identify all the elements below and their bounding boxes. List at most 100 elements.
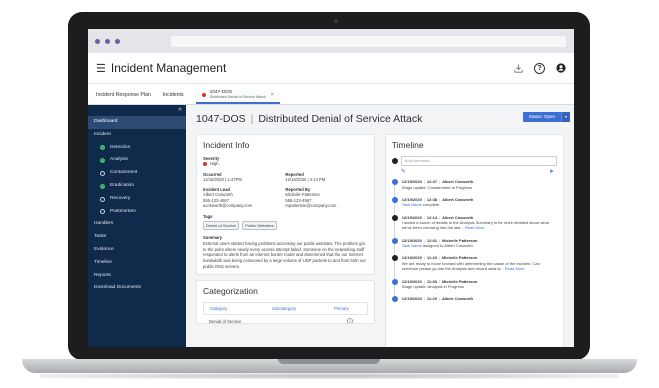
occurred-value: 12/16/2020 | 1:47PM	[203, 176, 242, 182]
column-header[interactable]: Primary	[334, 306, 349, 311]
sidebar-item-label: Recovery	[110, 195, 131, 201]
tag-chip[interactable]: Public Websites	[242, 220, 277, 230]
sidebar-item-containment[interactable]: Containment	[88, 167, 186, 180]
entry-time: 12:38	[426, 196, 438, 202]
timeline-entry: 12/19/2020 | 12:14 | Albert Cosworth I added…	[391, 214, 557, 231]
camera-icon	[334, 19, 338, 23]
hamburger-menu-icon[interactable]: ☰	[96, 62, 106, 75]
tab-incident-response-plan[interactable]: Incident Response Plan	[96, 92, 158, 104]
entry-date: 12/19/2020	[401, 179, 422, 184]
entry-user: Albert Cosworth	[442, 179, 474, 184]
severity-text: High	[210, 161, 219, 166]
sidebar-item-label: Timeline	[94, 259, 112, 265]
sidebar-item-tasks[interactable]: Tasks	[88, 231, 186, 244]
task-link[interactable]: Task Name	[402, 243, 422, 248]
title-separator: |	[250, 113, 254, 125]
tab-incident-1047[interactable]: 1047-DOS Distributed Denial of Service A…	[195, 90, 280, 104]
entry-date: 12/19/2020	[401, 255, 422, 261]
sidebar-item-download-documents[interactable]: Download Documents	[88, 282, 186, 295]
reported-by-email[interactable]: mpatterson@company.com	[285, 203, 367, 209]
tab-incident-name: Distributed Denial of Service Attack	[209, 95, 266, 99]
sidebar-item-label: Dashboard	[94, 119, 118, 124]
address-bar[interactable]	[171, 35, 566, 47]
categorization-header: Category Subcategory Primary	[203, 302, 368, 316]
sidebar-item-label: Download Documents	[94, 285, 141, 291]
download-icon[interactable]	[513, 63, 524, 74]
task-link[interactable]: Task Name	[402, 202, 422, 207]
sidebar-item-eradication[interactable]: ✓ Eradication	[88, 180, 186, 193]
send-icon[interactable]: ➤	[549, 168, 554, 175]
entry-text: Stage update: Analysis in Progress	[401, 284, 464, 290]
window-dot-icon[interactable]	[105, 38, 110, 44]
comment-tools: ✎ ➤	[392, 166, 557, 175]
entry-user: Albert Cosworth	[441, 296, 474, 302]
card-title: Categorization	[203, 286, 258, 297]
summary-text: External users started having problems a…	[203, 240, 366, 269]
status-dropdown[interactable]: Status: Open ▾	[522, 112, 570, 122]
read-more-link[interactable]: Read More	[505, 266, 525, 271]
help-icon[interactable]: ?	[534, 62, 545, 74]
timeline-entry: 12/19/2020 | 12:01 | Michelle Patterson Task…	[391, 237, 557, 249]
column-header[interactable]: Category	[210, 306, 272, 311]
collapse-sidebar-icon[interactable]: «	[178, 106, 182, 113]
sidebar-item-evidence[interactable]: Evidence	[88, 244, 186, 257]
entry-date: 12/19/2020	[401, 237, 422, 243]
stage-marker-icon	[391, 296, 398, 303]
check-done-icon: ✓	[100, 183, 105, 189]
sidebar-item-handlers[interactable]: Handlers	[88, 218, 186, 231]
sidebar-item-recovery[interactable]: Recovery	[88, 193, 186, 206]
primary-check-icon[interactable]: ✓	[347, 318, 353, 324]
check-done-icon: ✓	[100, 158, 105, 164]
stage-marker-icon	[391, 196, 398, 203]
status-button[interactable]: Status: Open	[522, 112, 561, 122]
sidebar-item-reports[interactable]: Reports	[88, 270, 186, 283]
entry-user: Michelle Patterson	[441, 255, 478, 261]
screen: ☰ Incident Management ? Incident Respons…	[88, 29, 574, 347]
entry-user: Michelle Patterson	[441, 278, 478, 284]
app-title: Incident Management	[110, 61, 227, 75]
incident-lead-email[interactable]: acosworth@company.com	[203, 203, 285, 209]
timeline-entry: 12/19/2020 | 12:47 | Albert Cosworth Stage u…	[391, 179, 557, 190]
sidebar-item-label: Incident	[94, 131, 111, 137]
sidebar-item-incident[interactable]: Incident	[88, 129, 186, 142]
window-dot-icon[interactable]	[115, 38, 120, 44]
card-title: Incident Info	[203, 140, 250, 150]
sidebar-item-label: Postmortem	[110, 208, 136, 214]
entry-time: 11:43	[426, 255, 437, 261]
entry-date: 12/19/2020	[401, 296, 422, 302]
laptop-shadow	[40, 373, 619, 379]
window-dot-icon[interactable]	[95, 38, 100, 44]
chevron-down-icon[interactable]: ▾	[561, 112, 570, 122]
entry-time: 12:01	[426, 237, 438, 243]
entry-user: Michelle Patterson	[442, 237, 478, 243]
entry-text: I added a bunch of details to the Analys…	[402, 220, 557, 231]
sidebar-item-detection[interactable]: ✓ Detection	[88, 142, 186, 155]
entry-time: 11:25	[426, 296, 437, 302]
category-cell: Denial of Service	[209, 318, 242, 324]
user-icon[interactable]	[555, 63, 566, 74]
tab-incidents[interactable]: Incidents	[163, 92, 191, 104]
close-tab-icon[interactable]: ×	[271, 92, 274, 98]
incident-name: Distributed Denial of Service Attack	[258, 113, 423, 125]
comment-input[interactable]: Add comment...	[400, 156, 557, 166]
categorization-card: Categorization Category Subcategory Prim…	[196, 280, 375, 325]
sidebar-item-dashboard[interactable]: Dashboard	[88, 116, 186, 129]
sidebar-item-postmortem[interactable]: Postmortem	[88, 206, 186, 219]
sidebar-item-label: Handlers	[94, 221, 114, 227]
tag-list: Denial of Service Public Websites	[203, 220, 368, 230]
sidebar-item-analysis[interactable]: ✓ Analysis	[88, 154, 186, 167]
edit-icon[interactable]: ✎	[401, 168, 406, 175]
tag-chip[interactable]: Denial of Service	[203, 220, 240, 230]
stage-marker-icon	[391, 278, 398, 285]
entry-date: 12/19/2020	[401, 196, 422, 202]
column-header[interactable]: Subcategory	[272, 306, 334, 311]
table-row: Denial of Service ✓	[203, 315, 368, 324]
sidebar-item-label: Eradication	[110, 182, 134, 188]
browser-chrome	[88, 29, 574, 53]
user-avatar-icon	[391, 255, 398, 262]
read-more-link[interactable]: Read More	[465, 225, 485, 230]
sidebar-item-timeline[interactable]: Timeline	[88, 257, 186, 270]
sidebar-item-label: Analysis	[110, 157, 128, 163]
stage-marker-icon	[391, 179, 398, 185]
sidebar-item-label: Evidence	[94, 246, 114, 252]
